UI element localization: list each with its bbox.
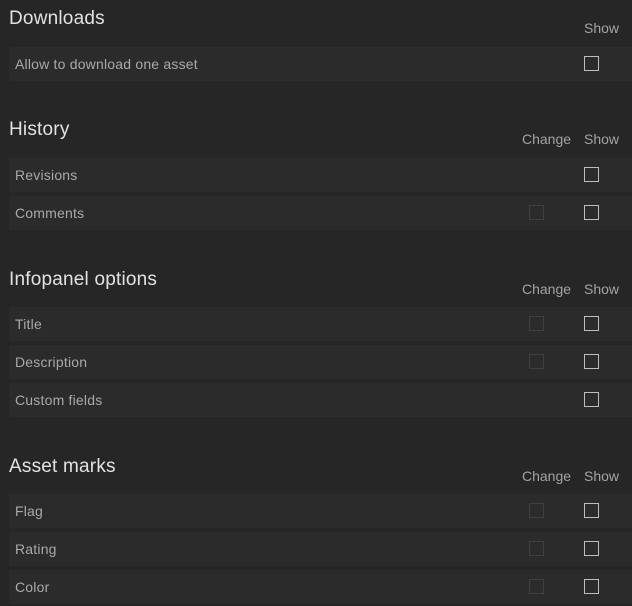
change-checkbox-flag — [529, 503, 544, 518]
permission-label: Flag — [15, 503, 44, 519]
section-title: History — [9, 119, 70, 140]
section-history: History Change Show Revisions Comments — [0, 119, 632, 239]
show-checkbox-rating[interactable] — [584, 541, 599, 556]
permission-row: Description — [9, 345, 632, 379]
permission-label: Allow to download one asset — [15, 56, 198, 72]
section-infopanel-options: Infopanel options Change Show Title Desc… — [0, 269, 632, 429]
section-title: Infopanel options — [9, 269, 158, 290]
show-column-header: Show — [584, 468, 620, 484]
change-column-header: Change — [522, 468, 572, 484]
permission-label: Title — [15, 316, 42, 332]
show-checkbox-custom-fields[interactable] — [584, 392, 599, 407]
show-checkbox-download-one-asset[interactable] — [584, 56, 599, 71]
permission-row: Rating — [9, 532, 632, 566]
permission-row: Revisions — [9, 158, 632, 192]
change-column-header: Change — [522, 131, 572, 147]
permission-row: Title — [9, 307, 632, 341]
section-title: Asset marks — [9, 456, 116, 477]
permissions-panel: Downloads Show Allow to download one ass… — [0, 0, 632, 606]
show-column-header: Show — [584, 281, 620, 297]
permission-label: Comments — [15, 205, 85, 221]
permission-label: Rating — [15, 541, 57, 557]
show-checkbox-title[interactable] — [584, 316, 599, 331]
show-column-header: Show — [584, 131, 620, 147]
permission-label: Custom fields — [15, 392, 103, 408]
show-checkbox-color[interactable] — [584, 579, 599, 594]
change-checkbox-comments — [529, 205, 544, 220]
show-column-header: Show — [584, 20, 620, 36]
show-checkbox-comments[interactable] — [584, 205, 599, 220]
section-asset-marks: Asset marks Change Show Flag Rating Colo… — [0, 456, 632, 606]
change-column-header: Change — [522, 281, 572, 297]
show-checkbox-flag[interactable] — [584, 503, 599, 518]
section-downloads: Downloads Show Allow to download one ass… — [0, 8, 632, 88]
permission-label: Color — [15, 579, 50, 595]
show-checkbox-revisions[interactable] — [584, 167, 599, 182]
change-checkbox-rating — [529, 541, 544, 556]
permission-label: Description — [15, 354, 88, 370]
permission-label: Revisions — [15, 167, 78, 183]
change-checkbox-color — [529, 579, 544, 594]
change-checkbox-title — [529, 316, 544, 331]
show-checkbox-description[interactable] — [584, 354, 599, 369]
permission-row: Comments — [9, 196, 632, 230]
permission-row: Flag — [9, 494, 632, 528]
permission-row: Color — [9, 570, 632, 604]
permission-row: Allow to download one asset — [9, 47, 632, 81]
change-checkbox-description — [529, 354, 544, 369]
permission-row: Custom fields — [9, 383, 632, 417]
section-title: Downloads — [9, 8, 105, 29]
